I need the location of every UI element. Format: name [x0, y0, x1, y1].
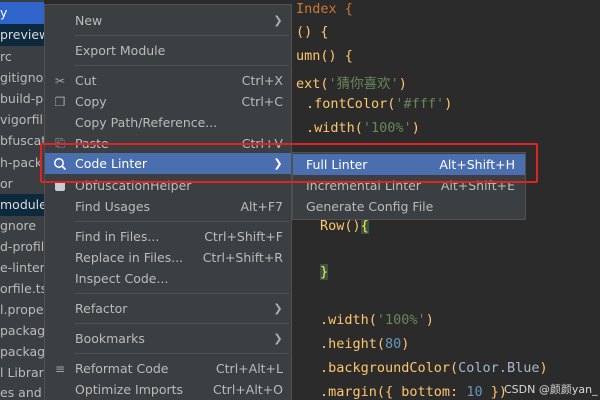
- menu-separator: [75, 35, 289, 36]
- tree-item[interactable]: build-pr: [0, 88, 44, 110]
- chevron-right-icon: ❯: [273, 302, 283, 315]
- tree-item[interactable]: e-linter.: [0, 257, 44, 279]
- code-line: .fontColor('#fff'): [306, 96, 453, 112]
- tree-item[interactable]: or: [0, 173, 44, 195]
- menu-separator: [75, 65, 289, 66]
- tree-item[interactable]: preview: [0, 24, 44, 46]
- menu-item-optimize-imports[interactable]: Optimize Imports Ctrl+Alt+O: [45, 379, 291, 400]
- code-line: () {: [296, 24, 329, 40]
- menu-item-reformat-code[interactable]: ≡ Reformat Code Ctrl+Alt+L: [45, 358, 291, 379]
- tree-item[interactable]: l Librar: [0, 362, 44, 384]
- submenu-item-full-linter[interactable]: Full Linter Alt+Shift+H: [293, 154, 525, 175]
- code-line: Row(){: [320, 218, 369, 234]
- tree-item[interactable]: l.prope: [0, 299, 44, 321]
- menu-item-find-usages[interactable]: Find Usages Alt+F7: [45, 196, 291, 217]
- tree-item[interactable]: orfile.ts: [0, 278, 44, 300]
- menu-item-paste[interactable]: ⎘ Paste Ctrl+V: [45, 133, 291, 154]
- code-line: .backgroundColor(Color.Blue): [320, 360, 548, 376]
- menu-item-new[interactable]: New ❯: [45, 10, 291, 31]
- code-line: umn() {: [296, 48, 353, 64]
- code-line: .width('100%'): [320, 312, 434, 328]
- watermark: CSDN @颜颜yan_: [504, 383, 598, 396]
- menu-item-bookmarks[interactable]: Bookmarks ❯: [45, 328, 291, 349]
- menu-item-export-module[interactable]: Export Module: [45, 40, 291, 61]
- tree-item[interactable]: vigorfil: [0, 109, 44, 131]
- submenu-item-incremental-linter[interactable]: Incremental Linter Alt+Shift+E: [293, 175, 525, 196]
- chevron-right-icon: ❯: [273, 332, 283, 345]
- project-tree: y preview rc gitignor build-pr vigorfil …: [0, 0, 44, 400]
- menu-item-find-in-files[interactable]: Find in Files... Ctrl+Shift+F: [45, 226, 291, 247]
- submenu-item-generate-config[interactable]: Generate Config File: [293, 196, 525, 217]
- tree-item[interactable]: packag: [0, 341, 44, 363]
- menu-separator: [75, 293, 289, 294]
- tree-item[interactable]: d-profil: [0, 236, 44, 258]
- menu-item-obfuscation-helper[interactable]: ObfuscationHelper: [45, 175, 291, 196]
- tree-item[interactable]: packag: [0, 320, 44, 342]
- reformat-icon: ≡: [54, 361, 66, 376]
- menu-item-code-linter[interactable]: Code Linter ❯: [45, 153, 291, 174]
- menu-separator: [75, 323, 289, 324]
- code-line: .width('100%'): [306, 120, 420, 136]
- code-line: Index {: [296, 1, 353, 17]
- tree-item[interactable]: module: [0, 194, 44, 216]
- code-line: .height(80): [320, 336, 410, 352]
- menu-item-cut[interactable]: ✂ Cut Ctrl+X: [45, 70, 291, 91]
- chevron-right-icon: ❯: [273, 14, 283, 27]
- menu-separator: [75, 221, 289, 222]
- menu-item-replace-in-files[interactable]: Replace in Files... Ctrl+Shift+R: [45, 247, 291, 268]
- tree-item[interactable]: bfuscat: [0, 130, 44, 152]
- tree-item[interactable]: y: [0, 2, 44, 24]
- obfuscation-icon: [45, 180, 75, 192]
- scissors-icon: ✂: [54, 73, 66, 88]
- tree-item[interactable]: h-pack: [0, 152, 44, 174]
- copy-icon: ❐: [54, 94, 66, 109]
- chevron-right-icon: ❯: [273, 157, 283, 170]
- tree-item[interactable]: gitignor: [0, 67, 44, 89]
- paste-icon: ⎘: [55, 136, 65, 150]
- code-line: ext('猜你喜欢'): [296, 76, 407, 92]
- menu-item-copy[interactable]: ❐ Copy Ctrl+C: [45, 91, 291, 112]
- code-line: }: [320, 264, 329, 280]
- menu-item-inspect-code[interactable]: Inspect Code...: [45, 268, 291, 289]
- code-linter-submenu: Full Linter Alt+Shift+H Incremental Lint…: [292, 152, 526, 220]
- tree-item[interactable]: rc: [0, 46, 44, 68]
- menu-item-copy-path[interactable]: Copy Path/Reference...: [45, 112, 291, 133]
- menu-item-refactor[interactable]: Refactor ❯: [45, 298, 291, 319]
- menu-separator: [75, 353, 289, 354]
- tree-item[interactable]: es and: [0, 382, 44, 400]
- code-line: .margin({ bottom: 10 }): [320, 384, 507, 400]
- tree-item[interactable]: gnore: [0, 215, 44, 237]
- context-menu: New ❯ Export Module ✂ Cut Ctrl+X ❐ Copy …: [44, 4, 292, 400]
- linter-icon: [45, 157, 75, 171]
